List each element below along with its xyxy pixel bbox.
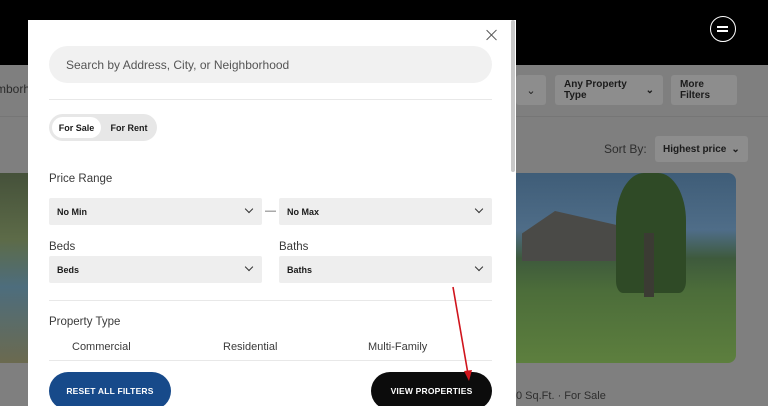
menu-icon[interactable]: [710, 16, 736, 42]
chevron-down-icon[interactable]: ⌄: [516, 75, 546, 105]
property-type-multi-family[interactable]: Multi-Family: [368, 341, 427, 353]
property-type-residential[interactable]: Residential: [223, 341, 277, 353]
price-range-separator: —: [265, 205, 276, 217]
tab-for-rent[interactable]: For Rent: [104, 117, 154, 138]
divider: [49, 99, 492, 100]
tab-for-sale[interactable]: For Sale: [52, 117, 101, 138]
divider: [49, 360, 492, 361]
baths-value: Baths: [287, 264, 313, 275]
listing-caption: 0 Sq.Ft. · For Sale: [516, 390, 606, 402]
chevron-down-icon: ⌄: [645, 84, 654, 96]
close-icon[interactable]: [486, 29, 498, 41]
property-type-label: Property Type: [49, 316, 121, 328]
sort-select-value: Highest price: [663, 143, 727, 155]
divider: [49, 300, 492, 301]
chevron-down-icon: [244, 262, 254, 272]
property-type-commercial[interactable]: Commercial: [72, 341, 131, 353]
property-type-filter[interactable]: Any Property Type ⌄: [555, 75, 663, 105]
modal-scrollbar[interactable]: [511, 20, 515, 172]
sort-by-label: Sort By:: [604, 142, 647, 156]
chevron-down-icon: [474, 262, 484, 272]
listing-photo-left[interactable]: [0, 173, 28, 363]
tree-trunk-shape: [644, 233, 654, 297]
listing-type-toggle: For Sale For Rent: [49, 114, 157, 141]
beds-label: Beds: [49, 241, 76, 253]
baths-select[interactable]: Baths: [279, 256, 492, 283]
price-min-value: No Min: [57, 206, 87, 217]
price-max-value: No Max: [287, 206, 320, 217]
chevron-down-icon: ⌄: [731, 143, 740, 155]
price-max-select[interactable]: No Max: [279, 198, 492, 225]
search-placeholder: Search by Address, City, or Neighborhood: [66, 57, 290, 72]
chevron-down-icon: [244, 204, 254, 214]
property-type-filter-label: Any Property Type: [564, 79, 627, 101]
reset-all-filters-button[interactable]: RESET ALL FILTERS: [49, 372, 171, 406]
listing-photo[interactable]: [516, 173, 736, 363]
search-input[interactable]: Search by Address, City, or Neighborhood: [49, 46, 492, 83]
more-filters-button[interactable]: More Filters: [671, 75, 737, 105]
view-properties-button[interactable]: VIEW PROPERTIES: [371, 372, 492, 406]
beds-value: Beds: [57, 264, 80, 275]
sort-select[interactable]: Highest price ⌄: [655, 136, 748, 162]
beds-select[interactable]: Beds: [49, 256, 262, 283]
chevron-down-icon: [474, 204, 484, 214]
price-min-select[interactable]: No Min: [49, 198, 262, 225]
price-range-label: Price Range: [49, 173, 113, 185]
baths-label: Baths: [279, 241, 309, 253]
